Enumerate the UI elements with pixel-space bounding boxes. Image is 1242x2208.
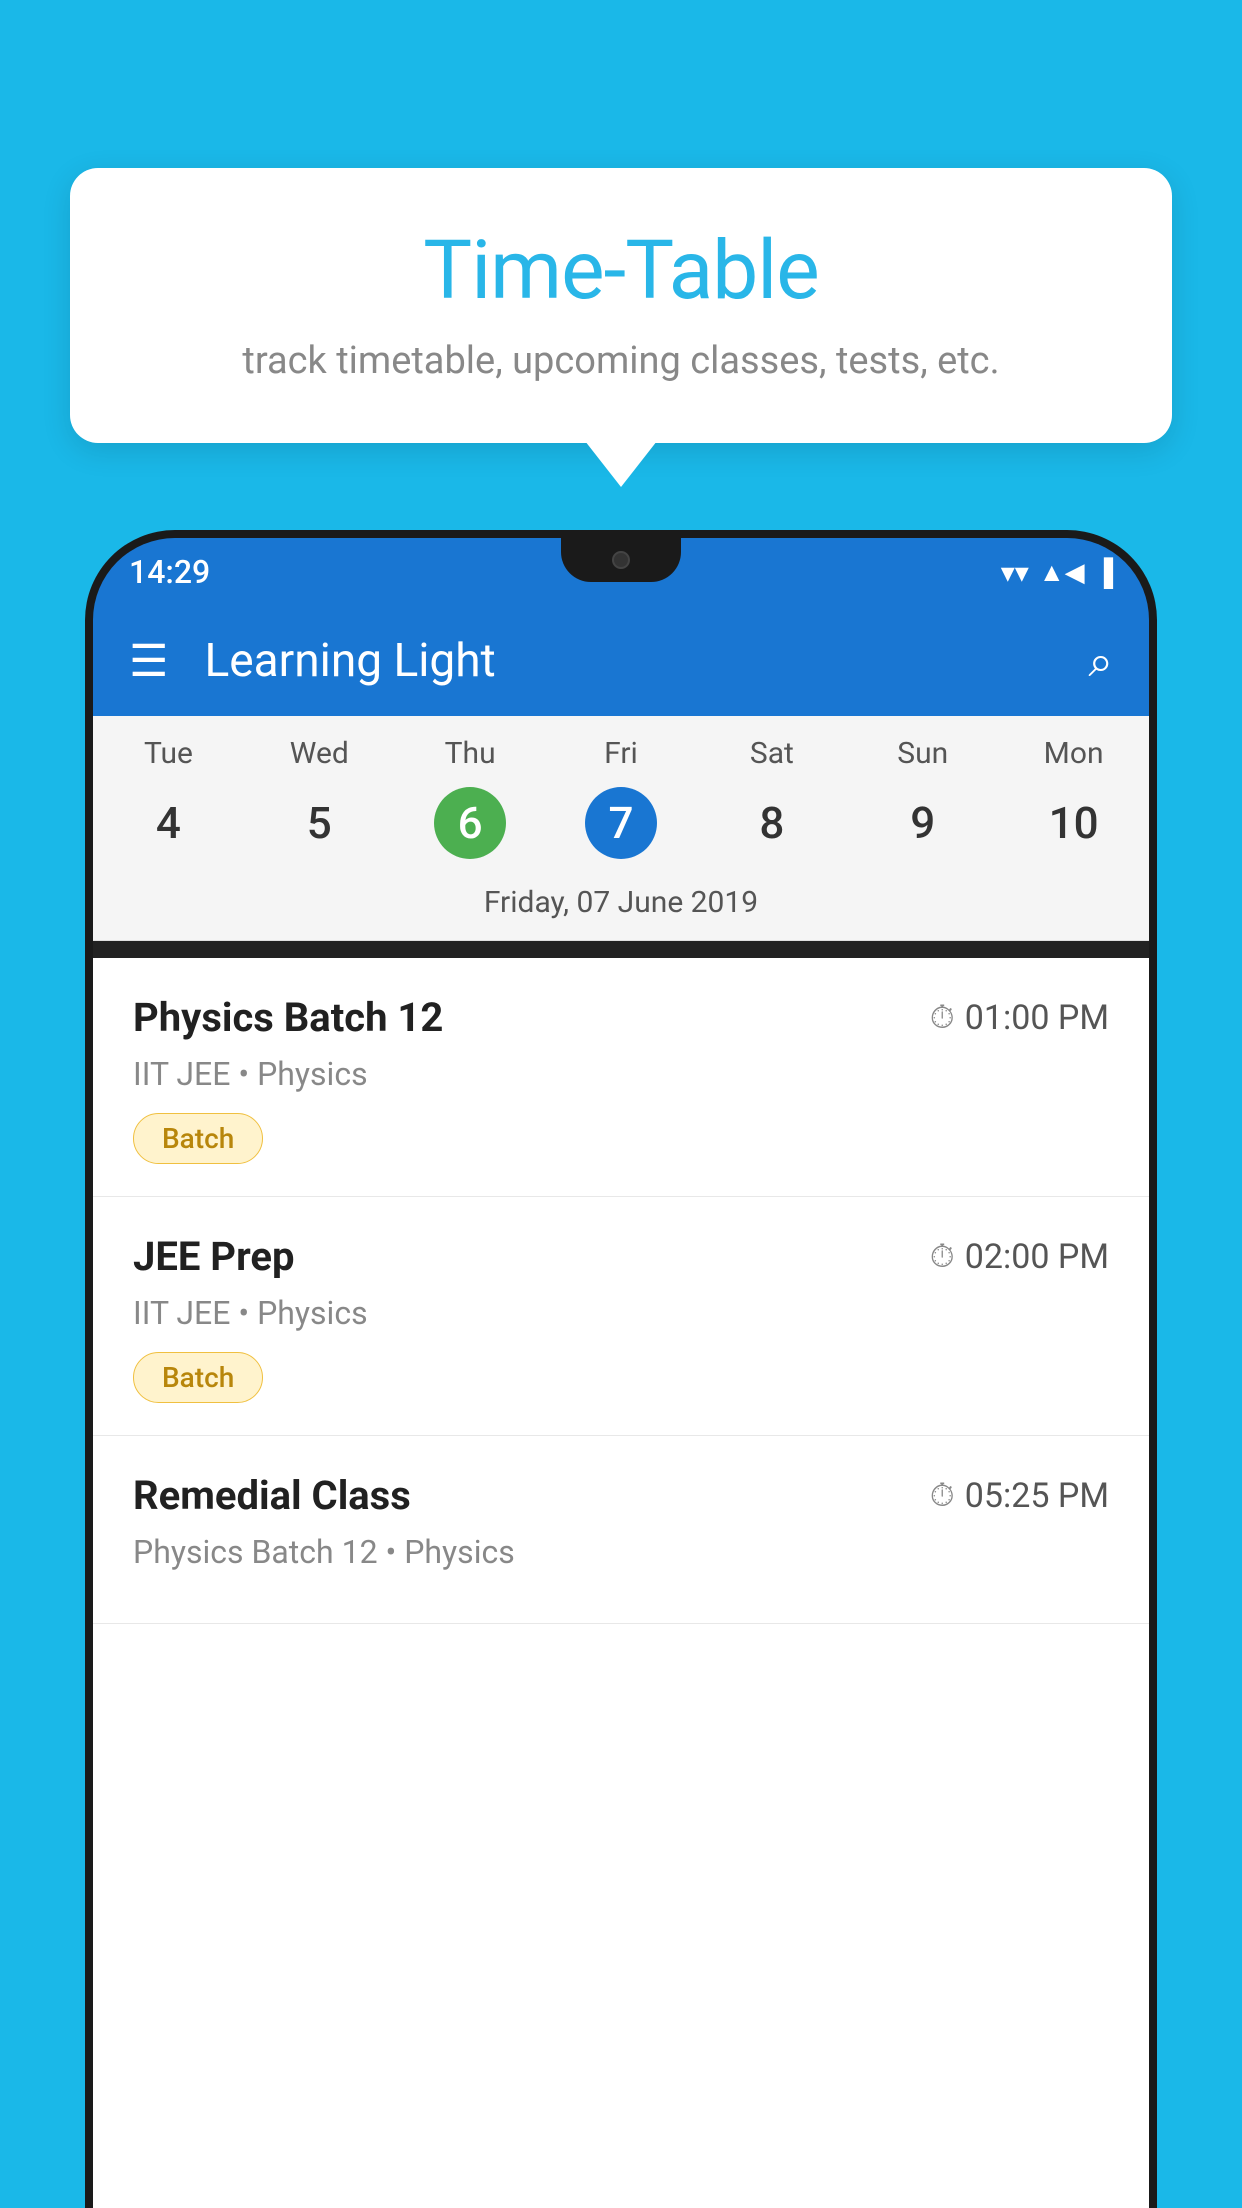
class-detail: IIT JEE • Physics bbox=[133, 1055, 1109, 1093]
day-number[interactable]: 6 bbox=[434, 787, 506, 859]
class-detail: IIT JEE • Physics bbox=[133, 1294, 1109, 1332]
class-name: Physics Batch 12 bbox=[133, 994, 443, 1041]
class-header: Remedial Class ⏱ 05:25 PM bbox=[133, 1472, 1109, 1519]
phone-notch bbox=[561, 538, 681, 582]
class-time-text: 02:00 PM bbox=[965, 1237, 1109, 1277]
day-name: Fri bbox=[546, 736, 697, 771]
class-name: Remedial Class bbox=[133, 1472, 411, 1519]
batch-badge: Batch bbox=[133, 1113, 263, 1164]
tooltip-title: Time-Table bbox=[130, 223, 1112, 319]
day-col-thu[interactable]: Thu 6 bbox=[395, 736, 546, 859]
camera bbox=[612, 551, 630, 569]
day-col-sun[interactable]: Sun 9 bbox=[847, 736, 998, 859]
day-col-wed[interactable]: Wed 5 bbox=[244, 736, 395, 859]
class-item[interactable]: JEE Prep ⏱ 02:00 PM IIT JEE • Physics Batch bbox=[93, 1197, 1149, 1436]
class-item[interactable]: Remedial Class ⏱ 05:25 PM Physics Batch 12 … bbox=[93, 1436, 1149, 1624]
app-bar: ☰ Learning Light ⌕ bbox=[93, 606, 1149, 716]
class-time-text: 05:25 PM bbox=[965, 1476, 1109, 1516]
day-number[interactable]: 4 bbox=[132, 787, 204, 859]
wifi-icon: ▾▾ bbox=[1001, 556, 1029, 589]
clock-icon: ⏱ bbox=[930, 998, 955, 1037]
day-col-tue[interactable]: Tue 4 bbox=[93, 736, 244, 859]
day-col-fri[interactable]: Fri 7 bbox=[546, 736, 697, 859]
day-number[interactable]: 10 bbox=[1038, 787, 1110, 859]
day-name: Mon bbox=[998, 736, 1149, 771]
classes-list: Physics Batch 12 ⏱ 01:00 PM IIT JEE • Physi… bbox=[93, 958, 1149, 2208]
signal-icon: ▲◀ bbox=[1039, 557, 1085, 588]
tooltip-card: Time-Table track timetable, upcoming cla… bbox=[70, 168, 1172, 443]
search-icon[interactable]: ⌕ bbox=[1088, 635, 1113, 687]
class-name: JEE Prep bbox=[133, 1233, 294, 1280]
calendar-section: Tue 4 Wed 5 Thu 6 Fri 7 Sat 8 Sun 9 Mon 10 Friday, 07… bbox=[93, 716, 1149, 941]
class-item[interactable]: Physics Batch 12 ⏱ 01:00 PM IIT JEE • Physi… bbox=[93, 958, 1149, 1197]
class-time: ⏱ 02:00 PM bbox=[930, 1237, 1109, 1277]
day-name: Wed bbox=[244, 736, 395, 771]
class-header: Physics Batch 12 ⏱ 01:00 PM bbox=[133, 994, 1109, 1041]
app-title: Learning Light bbox=[204, 634, 1088, 688]
day-col-mon[interactable]: Mon 10 bbox=[998, 736, 1149, 859]
class-time-text: 01:00 PM bbox=[965, 998, 1109, 1038]
class-header: JEE Prep ⏱ 02:00 PM bbox=[133, 1233, 1109, 1280]
battery-icon: ▐ bbox=[1095, 557, 1113, 588]
tooltip-subtitle: track timetable, upcoming classes, tests… bbox=[130, 339, 1112, 383]
status-icons: ▾▾ ▲◀ ▐ bbox=[1001, 556, 1113, 589]
day-number[interactable]: 8 bbox=[736, 787, 808, 859]
class-detail: Physics Batch 12 • Physics bbox=[133, 1533, 1109, 1571]
days-row: Tue 4 Wed 5 Thu 6 Fri 7 Sat 8 Sun 9 Mon 10 bbox=[93, 716, 1149, 871]
class-time: ⏱ 01:00 PM bbox=[930, 998, 1109, 1038]
batch-badge: Batch bbox=[133, 1352, 263, 1403]
day-name: Tue bbox=[93, 736, 244, 771]
phone-inner: 14:29 ▾▾ ▲◀ ▐ ☰ Learning Light ⌕ Tue 4 Wed… bbox=[93, 538, 1149, 2208]
clock-icon: ⏱ bbox=[930, 1237, 955, 1276]
day-name: Sat bbox=[696, 736, 847, 771]
clock-icon: ⏱ bbox=[930, 1476, 955, 1515]
day-number[interactable]: 5 bbox=[283, 787, 355, 859]
day-number[interactable]: 7 bbox=[585, 787, 657, 859]
day-col-sat[interactable]: Sat 8 bbox=[696, 736, 847, 859]
day-name: Sun bbox=[847, 736, 998, 771]
day-name: Thu bbox=[395, 736, 546, 771]
class-time: ⏱ 05:25 PM bbox=[930, 1476, 1109, 1516]
day-number[interactable]: 9 bbox=[887, 787, 959, 859]
menu-icon[interactable]: ☰ bbox=[129, 639, 168, 683]
phone-frame: 14:29 ▾▾ ▲◀ ▐ ☰ Learning Light ⌕ Tue 4 Wed… bbox=[85, 530, 1157, 2208]
status-time: 14:29 bbox=[129, 553, 210, 591]
selected-date-label: Friday, 07 June 2019 bbox=[93, 871, 1149, 941]
